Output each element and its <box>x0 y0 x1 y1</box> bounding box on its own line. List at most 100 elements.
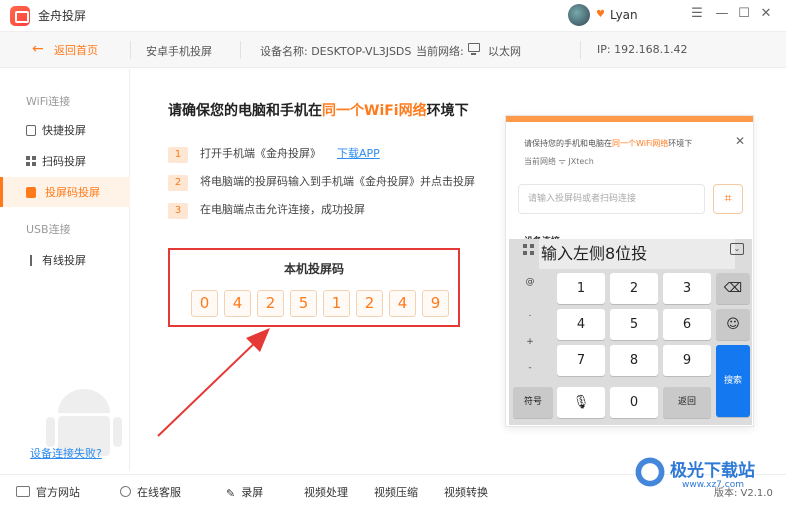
sidebar-item-scan-cast[interactable]: 扫码投屏 <box>0 146 130 176</box>
step-number: 1 <box>168 147 188 163</box>
key-5: 5 <box>610 309 658 340</box>
menu-icon[interactable]: ☰ <box>688 6 706 21</box>
phone-network-label: 当前网络 <box>524 157 556 166</box>
close-button[interactable]: ✕ <box>757 6 775 21</box>
symbol-key: 符号 <box>513 387 553 418</box>
keyboard-candidate-text: 输入左侧8位投 <box>539 239 735 269</box>
code-digit: 2 <box>257 290 284 317</box>
video-convert-button[interactable]: 视频转换 <box>444 484 488 500</box>
sidebar-item-code-cast[interactable]: 投屏码投屏 <box>0 177 130 207</box>
maximize-button[interactable]: ☐ <box>735 6 753 21</box>
back-home-label: 返回首页 <box>54 44 98 57</box>
mode-label: 安卓手机投屏 <box>146 45 212 58</box>
back-home-button[interactable]: ← 返回首页 <box>0 32 130 68</box>
phone-icon <box>26 125 36 136</box>
step-number: 3 <box>168 203 188 219</box>
app-title: 金舟投屏 <box>38 9 87 23</box>
code-digit: 9 <box>422 290 449 317</box>
key-6: 6 <box>663 309 711 340</box>
scan-icon: ⌗ <box>713 184 743 214</box>
video-process-button[interactable]: 视频处理 <box>304 484 348 500</box>
page-title: 请确保您的电脑和手机在同一个WiFi网络环境下 <box>168 100 469 120</box>
code-digit: 5 <box>290 290 317 317</box>
step-1: 1 打开手机端《金舟投屏》 下载APP <box>168 145 380 163</box>
phone-title-prefix: 请保持您的手机和电脑在 <box>524 139 612 148</box>
key-8: 8 <box>610 345 658 376</box>
sidebar-item-wired-cast[interactable]: 有线投屏 <box>0 245 130 275</box>
minimize-button[interactable]: — <box>713 6 731 21</box>
step-3: 3 在电脑端点击允许连接，成功投屏 <box>168 201 365 219</box>
record-screen-button[interactable]: ✎ 录屏 <box>226 484 263 500</box>
usb-icon <box>30 255 40 266</box>
divider <box>580 41 581 59</box>
phone-title-highlight: 同一个WiFi网络 <box>612 139 669 148</box>
title-highlight: 同一个WiFi网络 <box>322 103 427 119</box>
phone-code-input: 请输入投屏码或者扫码连接 <box>518 184 705 214</box>
sidebar-item-label: 扫码投屏 <box>42 155 86 168</box>
record-icon: ✎ <box>226 487 236 500</box>
phone-title: 请保持您的手机和电脑在同一个WiFi网络环境下 <box>524 138 692 149</box>
red-arrow-annotation <box>157 328 270 437</box>
vip-heart-icon: ♥ <box>596 9 605 20</box>
qr-grid-icon <box>26 156 36 167</box>
sidebar-item-label: 有线投屏 <box>42 254 86 267</box>
keyboard-symbol: + <box>526 337 534 347</box>
network-value: 以太网 <box>488 45 521 58</box>
phone-header-bar <box>506 116 753 122</box>
phone-keyboard: 输入左侧8位投 ⌄ @ . + - 1 2 3 ⌫ 4 5 6 ☺ 7 8 9 … <box>509 239 752 425</box>
sidebar: WiFi连接 快捷投屏 扫码投屏 投屏码投屏 USB连接 有线投屏 设备连接失败… <box>0 69 130 471</box>
download-app-link[interactable]: 下载APP <box>337 147 380 160</box>
back-key: 返回 <box>663 387 711 418</box>
video-compress-button[interactable]: 视频压缩 <box>374 484 418 500</box>
official-site-button[interactable]: 官方网站 <box>16 484 80 500</box>
bottom-item-label: 官方网站 <box>36 486 80 499</box>
code-digit: 1 <box>323 290 350 317</box>
user-name[interactable]: Lyan <box>610 8 638 22</box>
phone-network: 当前网络 ᯤ JXtech <box>524 156 594 167</box>
code-icon <box>26 187 36 198</box>
key-2: 2 <box>610 273 658 304</box>
user-icon <box>120 486 131 497</box>
microphone-key-icon: 🎙 <box>557 387 605 418</box>
usb-section-label: USB连接 <box>26 223 71 236</box>
step-text: 将电脑端的投屏码输入到手机端《金舟投屏》并点击投屏 <box>200 175 475 188</box>
code-digit: 0 <box>191 290 218 317</box>
app-logo-icon <box>10 6 30 26</box>
key-4: 4 <box>557 309 605 340</box>
key-1: 1 <box>557 273 605 304</box>
monitor-icon <box>16 486 30 497</box>
phone-network-value: JXtech <box>568 157 594 166</box>
cast-code-label: 本机投屏码 <box>283 262 344 276</box>
cast-code-box: 本机投屏码 0 4 2 5 1 2 4 9 <box>168 248 460 327</box>
watermark-text: 极光下载站 <box>670 461 755 481</box>
connection-failed-link[interactable]: 设备连接失败? <box>30 445 102 461</box>
backspace-key-icon: ⌫ <box>716 273 750 304</box>
wifi-section-label: WiFi连接 <box>26 95 71 108</box>
wifi-icon: ᯤ <box>558 157 569 166</box>
online-service-button[interactable]: 在线客服 <box>120 484 181 500</box>
keyboard-grid-icon <box>523 244 535 256</box>
avatar[interactable] <box>568 4 590 26</box>
emoji-key-icon: ☺ <box>716 309 750 340</box>
sidebar-item-quick-cast[interactable]: 快捷投屏 <box>0 115 130 145</box>
step-text: 打开手机端《金舟投屏》 <box>200 147 321 160</box>
close-icon: ✕ <box>734 134 745 148</box>
network-label: 当前网络: <box>416 45 464 58</box>
divider <box>130 41 131 59</box>
bottom-item-label: 在线客服 <box>137 486 181 499</box>
sidebar-item-label: 快捷投屏 <box>42 124 86 137</box>
key-9: 9 <box>663 345 711 376</box>
search-key: 搜索 <box>716 345 750 417</box>
watermark-url: www.xz7.com <box>682 480 744 490</box>
watermark-logo-icon <box>630 452 670 492</box>
cast-code-digits: 0 4 2 5 1 2 4 9 <box>191 290 449 317</box>
keyboard-symbol: . <box>528 309 532 319</box>
ip-address: IP: 192.168.1.42 <box>597 43 688 56</box>
step-text: 在电脑端点击允许连接，成功投屏 <box>200 203 365 216</box>
step-2: 2 将电脑端的投屏码输入到手机端《金舟投屏》并点击投屏 <box>168 173 475 191</box>
bottom-item-label: 录屏 <box>241 486 264 499</box>
phone-preview: 请保持您的手机和电脑在同一个WiFi网络环境下 ✕ 当前网络 ᯤ JXtech … <box>505 115 754 427</box>
divider <box>240 41 241 59</box>
key-3: 3 <box>663 273 711 304</box>
phone-title-suffix: 环境下 <box>668 139 693 148</box>
